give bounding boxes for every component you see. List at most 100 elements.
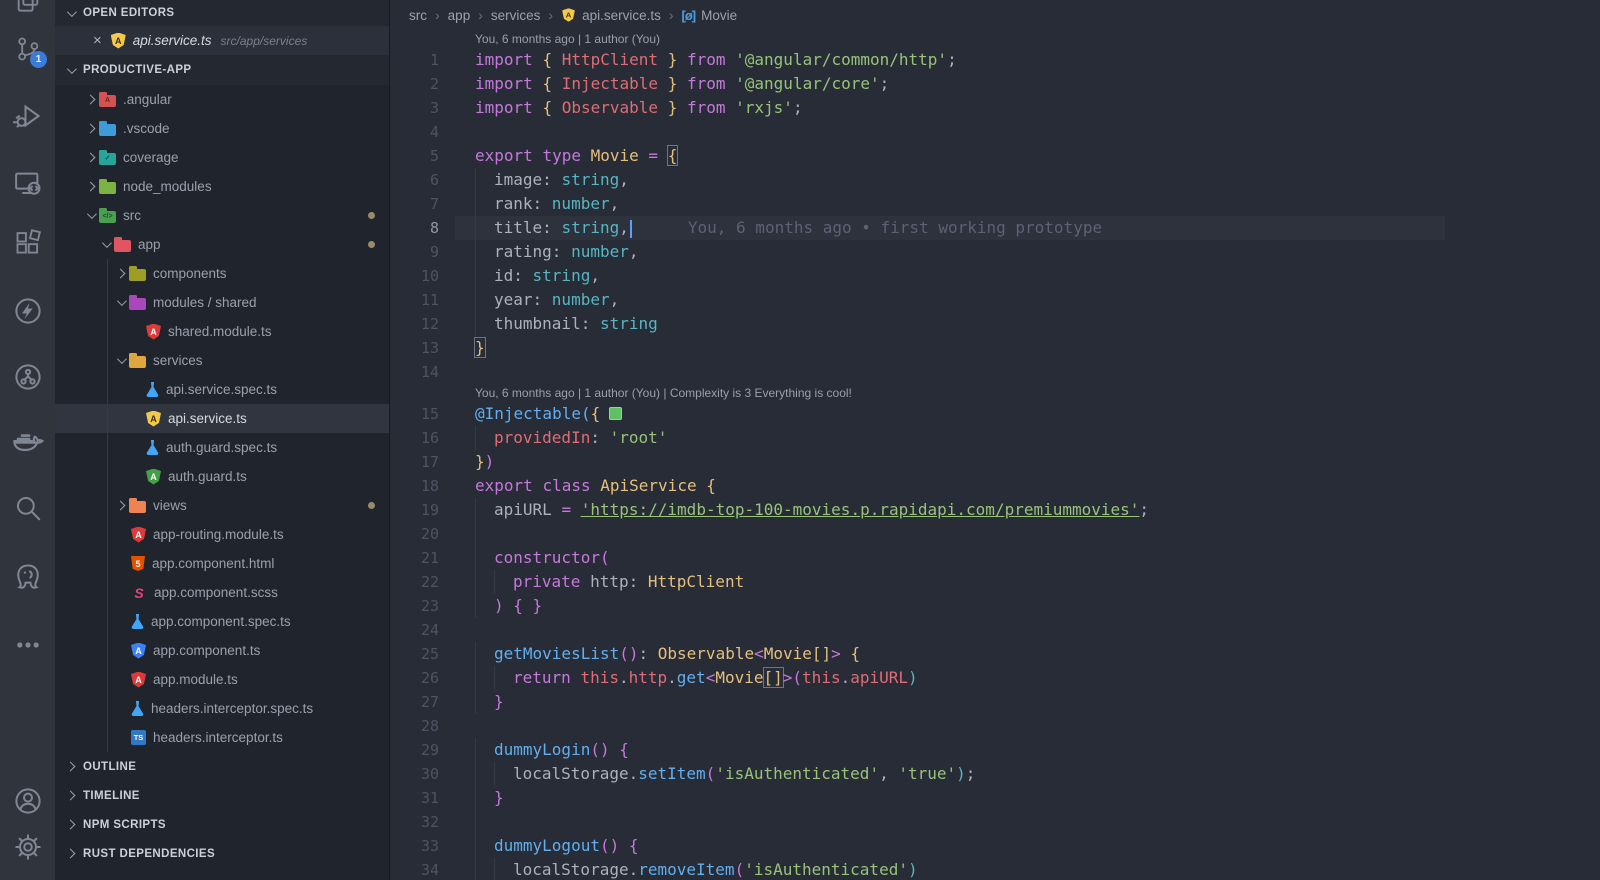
tree-item-app-routing.module.ts[interactable]: Aapp-routing.module.ts bbox=[55, 520, 389, 549]
tree-item-auth.guard.ts[interactable]: Aauth.guard.ts bbox=[55, 462, 389, 491]
folder-icon bbox=[129, 298, 146, 310]
code-line-1[interactable]: 1import { HttpClient } from '@angular/co… bbox=[391, 48, 1589, 72]
code-line-26[interactable]: 26 return this.http.get<Movie[]>(this.ap… bbox=[391, 666, 1589, 690]
code-line-30[interactable]: 30 localStorage.setItem('isAuthenticated… bbox=[391, 762, 1589, 786]
tree-item-services[interactable]: services bbox=[55, 346, 389, 375]
chevron-down-icon bbox=[87, 209, 97, 219]
code-line-34[interactable]: 34 localStorage.removeItem('isAuthentica… bbox=[391, 858, 1589, 880]
line-number: 22 bbox=[391, 570, 439, 594]
code-line-33[interactable]: 33 dummyLogout() { bbox=[391, 834, 1589, 858]
folder-icon bbox=[99, 124, 116, 136]
code-line-18[interactable]: 18export class ApiService { bbox=[391, 474, 1589, 498]
breadcrumb-item-services[interactable]: services bbox=[491, 8, 541, 23]
code-line-11[interactable]: 11 year: number, bbox=[391, 288, 1589, 312]
chevron-right-icon bbox=[116, 501, 126, 511]
git-network-icon[interactable] bbox=[0, 362, 55, 392]
tree-item-app.component.spec.ts[interactable]: app.component.spec.ts bbox=[55, 607, 389, 636]
tree-item-api.service.spec.ts[interactable]: api.service.spec.ts bbox=[55, 375, 389, 404]
source-control-icon[interactable]: 1 bbox=[0, 34, 55, 64]
more-icon[interactable] bbox=[0, 630, 55, 660]
ng-yellow-file-icon: A bbox=[146, 411, 161, 427]
breadcrumb-item-app[interactable]: app bbox=[448, 8, 471, 23]
tree-item-components[interactable]: components bbox=[55, 259, 389, 288]
code-line-3[interactable]: 3import { Observable } from 'rxjs'; bbox=[391, 96, 1589, 120]
folder-icon bbox=[99, 182, 116, 194]
postgresql-icon[interactable] bbox=[0, 562, 55, 592]
code-line-9[interactable]: 9 rating: number, bbox=[391, 240, 1589, 264]
code-line-13[interactable]: 13} bbox=[391, 336, 1589, 360]
tree-item-views[interactable]: views bbox=[55, 491, 389, 520]
code-area[interactable]: You, 6 months ago | 1 author (You)1impor… bbox=[391, 30, 1589, 880]
type-symbol-icon: [ø] bbox=[682, 8, 696, 23]
code-line-10[interactable]: 10 id: string, bbox=[391, 264, 1589, 288]
tree-item-.angular[interactable]: A.angular bbox=[55, 85, 389, 114]
search-icon[interactable] bbox=[0, 493, 55, 523]
code-line-6[interactable]: 6 image: string, bbox=[391, 168, 1589, 192]
thunder-client-icon[interactable] bbox=[0, 296, 55, 326]
section-label: RUST DEPENDENCIES bbox=[83, 848, 215, 860]
remote-explorer-icon[interactable] bbox=[0, 168, 55, 198]
line-number: 9 bbox=[391, 240, 439, 264]
docker-icon[interactable] bbox=[0, 427, 55, 457]
settings-gear-icon[interactable] bbox=[0, 832, 55, 862]
project-section-header[interactable]: PRODUCTIVE-APP bbox=[55, 55, 389, 85]
tree-item-headers.interceptor.ts[interactable]: TSheaders.interceptor.ts bbox=[55, 723, 389, 752]
line-number: 8 bbox=[391, 216, 439, 240]
breadcrumb-item-api-service-ts[interactable]: Aapi.service.ts bbox=[561, 7, 661, 23]
close-icon[interactable]: × bbox=[93, 32, 102, 49]
code-line-24[interactable]: 24 bbox=[391, 618, 1589, 642]
run-debug-icon[interactable] bbox=[0, 101, 55, 131]
section-timeline[interactable]: TIMELINE bbox=[55, 781, 389, 810]
breadcrumb-separator: › bbox=[548, 7, 553, 23]
breadcrumb-item-movie[interactable]: [ø]Movie bbox=[682, 8, 738, 23]
open-editors-header[interactable]: OPEN EDITORS bbox=[55, 0, 389, 26]
tree-item-app.component.html[interactable]: 5app.component.html bbox=[55, 549, 389, 578]
code-line-20[interactable]: 20 bbox=[391, 522, 1589, 546]
code-line-12[interactable]: 12 thumbnail: string bbox=[391, 312, 1589, 336]
code-line-16[interactable]: 16 providedIn: 'root' bbox=[391, 426, 1589, 450]
tree-item-.vscode[interactable]: .vscode bbox=[55, 114, 389, 143]
tree-item-shared.module.ts[interactable]: Ashared.module.ts bbox=[55, 317, 389, 346]
tree-item-headers.interceptor.spec.ts[interactable]: headers.interceptor.spec.ts bbox=[55, 694, 389, 723]
code-line-27[interactable]: 27 } bbox=[391, 690, 1589, 714]
section-outline[interactable]: OUTLINE bbox=[55, 752, 389, 781]
code-line-19[interactable]: 19 apiURL = 'https://imdb-top-100-movies… bbox=[391, 498, 1589, 522]
tree-item-auth.guard.spec.ts[interactable]: auth.guard.spec.ts bbox=[55, 433, 389, 462]
code-line-21[interactable]: 21 constructor( bbox=[391, 546, 1589, 570]
codelens-annotation[interactable]: You, 6 months ago | 1 author (You) bbox=[391, 30, 1589, 48]
code-line-25[interactable]: 25 getMoviesList(): Observable<Movie[]> … bbox=[391, 642, 1589, 666]
code-line-22[interactable]: 22 private http: HttpClient bbox=[391, 570, 1589, 594]
code-line-8[interactable]: 8 title: string,You, 6 months ago • firs… bbox=[391, 216, 1589, 240]
tree-item-coverage[interactable]: ✓coverage bbox=[55, 143, 389, 172]
code-line-4[interactable]: 4 bbox=[391, 120, 1589, 144]
code-line-31[interactable]: 31 } bbox=[391, 786, 1589, 810]
codelens-annotation[interactable]: You, 6 months ago | 1 author (You) | Com… bbox=[391, 384, 1589, 402]
breadcrumb-item-src[interactable]: src bbox=[409, 8, 427, 23]
code-line-17[interactable]: 17}) bbox=[391, 450, 1589, 474]
code-line-14[interactable]: 14 bbox=[391, 360, 1589, 384]
tree-item-src[interactable]: </>src bbox=[55, 201, 389, 230]
code-line-7[interactable]: 7 rank: number, bbox=[391, 192, 1589, 216]
section-npm-scripts[interactable]: NPM SCRIPTS bbox=[55, 810, 389, 839]
account-icon[interactable] bbox=[0, 786, 55, 816]
section-rust-dependencies[interactable]: RUST DEPENDENCIES bbox=[55, 839, 389, 868]
tree-item-app.component.ts[interactable]: Aapp.component.ts bbox=[55, 636, 389, 665]
tree-item-app.module.ts[interactable]: Aapp.module.ts bbox=[55, 665, 389, 694]
tree-item-node-modules[interactable]: node_modules bbox=[55, 172, 389, 201]
line-number: 14 bbox=[391, 360, 439, 384]
code-line-23[interactable]: 23 ) { } bbox=[391, 594, 1589, 618]
code-line-5[interactable]: 5export type Movie = { bbox=[391, 144, 1589, 168]
tree-item-app[interactable]: app bbox=[55, 230, 389, 259]
tree-item-app.component.scss[interactable]: Sapp.component.scss bbox=[55, 578, 389, 607]
extensions-icon[interactable] bbox=[0, 228, 55, 258]
line-number: 24 bbox=[391, 618, 439, 642]
code-line-32[interactable]: 32 bbox=[391, 810, 1589, 834]
code-line-15[interactable]: 15@Injectable({ bbox=[391, 402, 1589, 426]
tree-item-modules-shared[interactable]: modules / shared bbox=[55, 288, 389, 317]
code-line-2[interactable]: 2import { Injectable } from '@angular/co… bbox=[391, 72, 1589, 96]
code-line-28[interactable]: 28 bbox=[391, 714, 1589, 738]
open-editor-item-api-service[interactable]: × A api.service.ts src/app/services bbox=[55, 26, 389, 55]
files-icon[interactable] bbox=[0, 0, 55, 14]
code-line-29[interactable]: 29 dummyLogin() { bbox=[391, 738, 1589, 762]
tree-item-api.service.ts[interactable]: Aapi.service.ts bbox=[55, 404, 389, 433]
